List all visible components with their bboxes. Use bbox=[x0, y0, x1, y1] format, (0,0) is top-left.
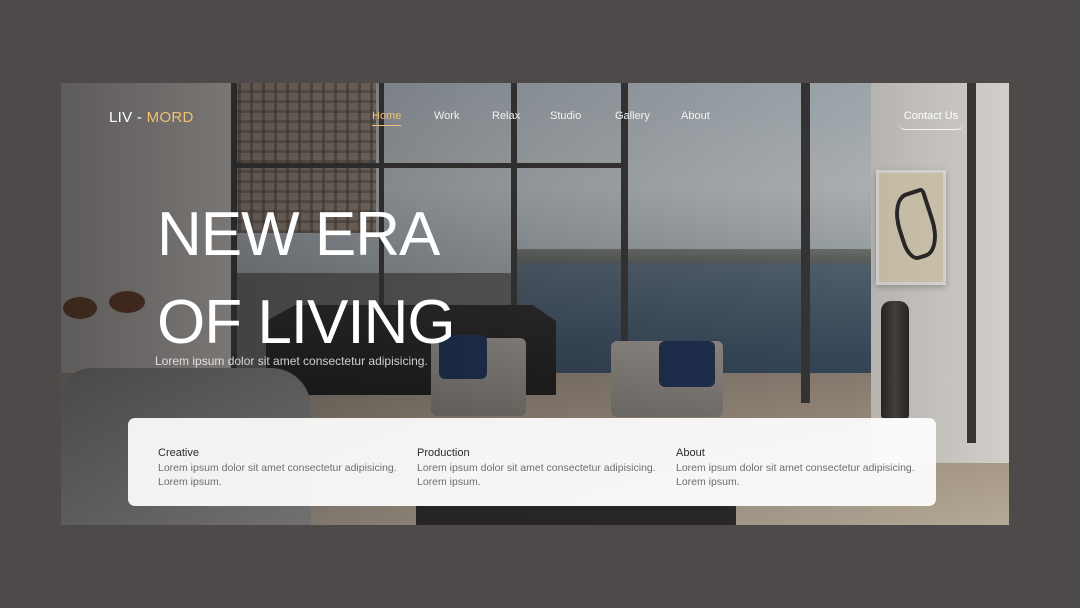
nav-item-gallery[interactable]: Gallery bbox=[615, 110, 650, 122]
hero-section: LIV - MORD Home Work Relax Studio Galler… bbox=[61, 83, 1009, 525]
feature-card-creative: Creative Lorem ipsum dolor sit amet cons… bbox=[158, 447, 408, 489]
feature-title: About bbox=[676, 447, 705, 459]
brand-logo[interactable]: LIV - MORD bbox=[109, 109, 194, 126]
top-navigation: LIV - MORD Home Work Relax Studio Galler… bbox=[61, 83, 1009, 151]
feature-title: Production bbox=[417, 447, 470, 459]
nav-item-about[interactable]: About bbox=[681, 110, 710, 122]
feature-title: Creative bbox=[158, 447, 199, 459]
feature-card-about: About Lorem ipsum dolor sit amet consect… bbox=[676, 447, 926, 489]
nav-item-studio[interactable]: Studio bbox=[550, 110, 581, 122]
feature-card-production: Production Lorem ipsum dolor sit amet co… bbox=[417, 447, 667, 489]
hero-title: NEW ERA OF LIVING bbox=[157, 191, 456, 367]
nav-item-relax[interactable]: Relax bbox=[492, 110, 520, 122]
feature-text: Lorem ipsum dolor sit amet consectetur a… bbox=[417, 462, 656, 488]
contact-us-button[interactable]: Contact Us bbox=[899, 104, 963, 130]
features-panel: Creative Lorem ipsum dolor sit amet cons… bbox=[128, 418, 936, 506]
hero-title-line-1: NEW ERA bbox=[157, 200, 440, 269]
brand-name-second: MORD bbox=[146, 109, 194, 126]
feature-text: Lorem ipsum dolor sit amet consectetur a… bbox=[676, 462, 915, 488]
hero-subtitle: Lorem ipsum dolor sit amet consectetur a… bbox=[155, 354, 428, 368]
nav-item-work[interactable]: Work bbox=[434, 110, 459, 122]
feature-text: Lorem ipsum dolor sit amet consectetur a… bbox=[158, 462, 397, 488]
nav-item-home[interactable]: Home bbox=[372, 110, 402, 126]
brand-name-first: LIV - bbox=[109, 109, 143, 126]
